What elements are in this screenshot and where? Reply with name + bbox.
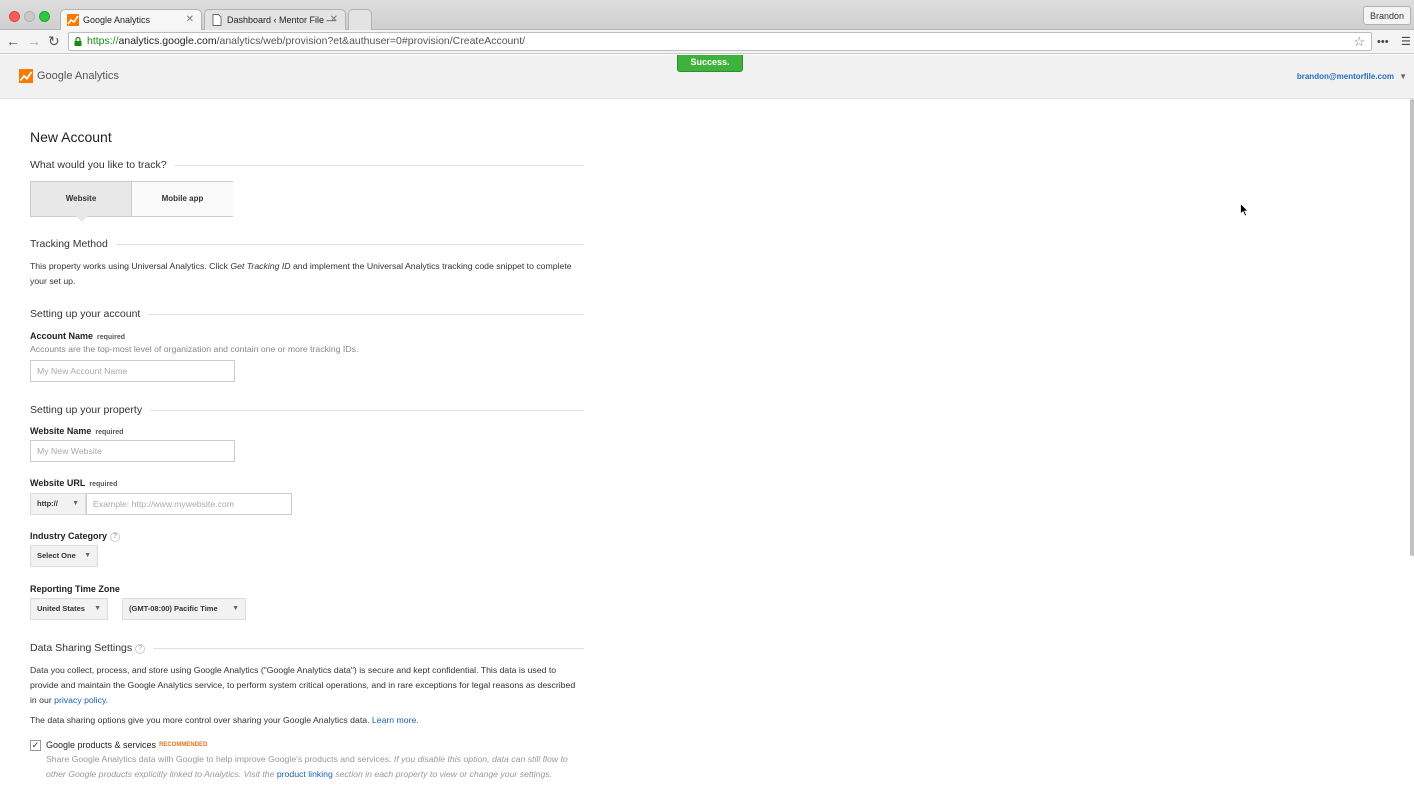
chevron-down-icon[interactable]: ▼ xyxy=(1399,73,1407,81)
dropdown-value: Select One xyxy=(37,551,76,560)
section-title-text: Data Sharing Settings xyxy=(30,642,133,654)
website-url-label: Website URL required xyxy=(30,477,117,491)
privacy-policy-link[interactable]: privacy policy xyxy=(54,695,106,705)
google-analytics-favicon-icon xyxy=(67,14,79,26)
mouse-cursor-icon xyxy=(1240,203,1249,217)
bookmark-star-icon[interactable]: ☆ xyxy=(1353,33,1365,50)
recommended-badge: RECOMMENDED xyxy=(159,742,208,748)
dropdown-value: (GMT-08:00) Pacific Time xyxy=(129,604,218,613)
close-window-button[interactable] xyxy=(9,11,20,22)
tab-google-analytics[interactable]: Google Analytics ✕ xyxy=(60,9,202,30)
dropdown-value: United States xyxy=(37,604,85,613)
required-tag: required xyxy=(97,334,126,341)
website-url-input[interactable]: Example: http://www.mywebsite.com xyxy=(86,493,292,515)
google-products-label[interactable]: Google products & services RECOMMENDED xyxy=(46,739,207,751)
learn-more-link[interactable]: Learn more. xyxy=(372,715,419,725)
text: . xyxy=(105,695,109,705)
label-text: Industry Category xyxy=(30,531,108,541)
required-tag: required xyxy=(89,481,118,488)
track-question-section: What would you like to track? xyxy=(30,158,584,174)
website-name-label: Website Name required xyxy=(30,425,123,439)
track-type-toggle: Website Mobile app xyxy=(30,181,233,222)
tracking-method-section: Tracking Method xyxy=(30,237,584,253)
mobile-app-option-button[interactable]: Mobile app xyxy=(132,182,233,216)
chevron-down-icon: ▼ xyxy=(84,552,91,559)
account-name-input[interactable]: My New Account Name xyxy=(30,360,235,382)
text: Share Google Analytics data with Google … xyxy=(46,754,394,764)
industry-category-dropdown[interactable]: Select One ▼ xyxy=(30,545,98,567)
section-title: Setting up your property xyxy=(30,403,151,417)
label-text: Website Name xyxy=(30,426,92,436)
data-sharing-description: Data you collect, process, and store usi… xyxy=(30,663,584,708)
tracking-method-description: This property works using Universal Anal… xyxy=(30,259,584,289)
country-dropdown[interactable]: United States ▼ xyxy=(30,598,108,620)
tab-title: Google Analytics xyxy=(83,15,151,25)
tab-close-icon[interactable]: ✕ xyxy=(186,10,194,30)
section-title: Setting up your account xyxy=(30,307,149,321)
tab-close-icon[interactable]: ✕ xyxy=(330,10,338,30)
page-scrollbar[interactable] xyxy=(1410,99,1414,556)
tab-dashboard[interactable]: Dashboard ‹ Mentor File — ✕ xyxy=(204,9,346,30)
page-title: New Account xyxy=(30,129,112,145)
section-title: What would you like to track? xyxy=(30,158,175,172)
reporting-time-zone-label: Reporting Time Zone xyxy=(30,584,120,594)
lock-icon xyxy=(74,37,82,46)
back-arrow-icon[interactable]: ← xyxy=(6,33,20,49)
page-icon xyxy=(212,14,222,26)
required-tag: required xyxy=(95,429,124,436)
dropdown-value: http:// xyxy=(37,499,58,508)
browser-toolbar: ← → ↻ https://analytics.google.com/analy… xyxy=(0,30,1414,54)
chevron-down-icon: ▼ xyxy=(94,605,101,612)
property-section: Setting up your property xyxy=(30,403,584,419)
get-tracking-id-emphasis: Get Tracking ID xyxy=(230,261,291,271)
zoom-window-button[interactable] xyxy=(39,11,50,22)
user-account-menu[interactable]: brandon@mentorfile.com xyxy=(1297,72,1394,82)
help-icon[interactable]: ? xyxy=(110,532,121,542)
new-tab-button[interactable] xyxy=(348,9,372,30)
success-notification: Success. xyxy=(677,55,743,72)
product-linking-link[interactable]: product linking xyxy=(277,769,333,779)
italic-text: section in each property to view or chan… xyxy=(332,769,553,779)
account-name-description: Accounts are the top-most level of organ… xyxy=(30,344,359,354)
website-name-input[interactable]: My New Website xyxy=(30,440,235,462)
section-title: Tracking Method xyxy=(30,237,116,251)
menu-icon[interactable]: ☰ xyxy=(1401,35,1411,49)
label-text: Google products & services xyxy=(46,740,157,750)
forward-arrow-icon[interactable]: → xyxy=(27,33,41,49)
text: This property works using Universal Anal… xyxy=(30,261,231,271)
app-name[interactable]: Google Analytics xyxy=(37,69,119,83)
address-bar[interactable]: https://analytics.google.com/analytics/w… xyxy=(68,32,1372,51)
industry-category-label: Industry Category? xyxy=(30,530,121,542)
google-analytics-logo-icon[interactable] xyxy=(19,69,33,83)
time-zone-dropdown[interactable]: (GMT-08:00) Pacific Time ▼ xyxy=(122,598,246,620)
url-path: /analytics/web/provision?et&authuser=0#p… xyxy=(216,35,526,47)
reload-icon[interactable]: ↻ xyxy=(48,33,60,49)
url-scheme: https:// xyxy=(87,35,119,47)
browser-tab-bar: Google Analytics ✕ Dashboard ‹ Mentor Fi… xyxy=(0,0,1414,30)
data-sharing-section: Data Sharing Settings? xyxy=(30,641,584,657)
help-icon[interactable]: ? xyxy=(135,644,146,654)
selection-pointer xyxy=(76,216,88,222)
account-section: Setting up your account xyxy=(30,307,584,323)
text: Data you collect, process, and store usi… xyxy=(30,665,576,705)
google-products-checkbox[interactable]: ✓ xyxy=(30,740,41,751)
account-name-label: Account Name required xyxy=(30,330,125,344)
tab-title: Dashboard ‹ Mentor File — xyxy=(227,15,336,25)
google-products-description: Share Google Analytics data with Google … xyxy=(46,752,584,782)
minimize-window-button[interactable] xyxy=(24,11,35,22)
protocol-dropdown[interactable]: http:// ▼ xyxy=(30,493,86,515)
profile-button[interactable]: Brandon xyxy=(1362,6,1411,25)
label-text: Account Name xyxy=(30,331,94,341)
chevron-down-icon: ▼ xyxy=(72,500,79,507)
data-sharing-options-note: The data sharing options give you more c… xyxy=(30,713,584,728)
url-host: analytics.google.com xyxy=(118,35,217,47)
chevron-down-icon: ▼ xyxy=(232,605,239,612)
text: The data sharing options give you more c… xyxy=(30,715,372,725)
extension-icon[interactable]: ••• xyxy=(1377,35,1389,49)
section-title: Data Sharing Settings? xyxy=(30,641,154,655)
label-text: Website URL xyxy=(30,478,86,488)
website-option-button[interactable]: Website xyxy=(31,182,132,216)
